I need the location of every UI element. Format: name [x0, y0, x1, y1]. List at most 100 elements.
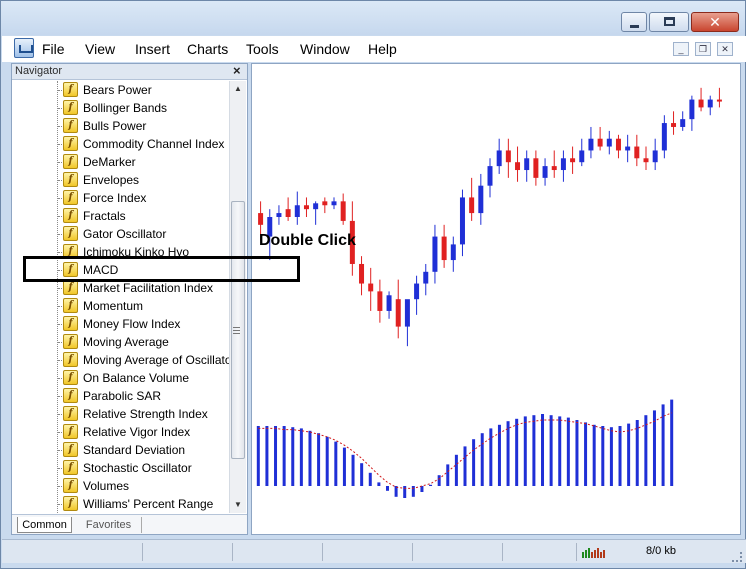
- price-chart[interactable]: [251, 63, 741, 535]
- resize-grip-icon[interactable]: [732, 552, 742, 562]
- scroll-down-arrow-icon[interactable]: ▼: [230, 497, 246, 513]
- tree-item-moving-average[interactable]: f Moving Average: [12, 333, 229, 351]
- mdi-close-button[interactable]: ✕: [717, 42, 733, 56]
- tree-item-label: Envelopes: [83, 173, 140, 187]
- indicator-f-icon: f: [63, 352, 78, 367]
- candle-body: [689, 99, 695, 120]
- menu-help[interactable]: Help: [368, 41, 397, 57]
- menu-charts[interactable]: Charts: [187, 41, 228, 57]
- indicator-f-icon: f: [63, 442, 78, 457]
- menu-file[interactable]: File: [42, 41, 65, 57]
- tree-item-label: Relative Vigor Index: [83, 425, 191, 439]
- candle-body: [671, 123, 677, 127]
- indicator-f-icon: f: [63, 478, 78, 493]
- status-separator: [576, 543, 577, 561]
- chart-canvas[interactable]: [252, 64, 740, 534]
- tree-item-bollinger-bands[interactable]: f Bollinger Bands: [12, 99, 229, 117]
- app-logo-icon[interactable]: [14, 38, 34, 58]
- histogram-bar: [566, 417, 570, 486]
- candle-body: [615, 138, 621, 151]
- candle-body: [551, 166, 557, 171]
- tree-item-williams-percent-range[interactable]: f Williams' Percent Range: [12, 495, 229, 513]
- tree-item-envelopes[interactable]: f Envelopes: [12, 171, 229, 189]
- histogram-bar: [541, 414, 545, 486]
- status-separator: [412, 543, 413, 561]
- candle-body: [487, 166, 493, 186]
- tree-item-volumes[interactable]: f Volumes: [12, 477, 229, 495]
- candle-body: [524, 158, 530, 171]
- terminal-window: ✕ File View Insert Charts Tools Window H…: [0, 0, 746, 569]
- scroll-up-arrow-icon[interactable]: ▲: [230, 81, 246, 97]
- indicator-f-icon: f: [63, 118, 78, 133]
- maximize-button[interactable]: [649, 12, 689, 32]
- navigator-close-icon[interactable]: ×: [233, 63, 241, 78]
- tree-item-label: Bollinger Bands: [83, 101, 168, 115]
- tree-item-relative-strength-index[interactable]: f Relative Strength Index: [12, 405, 229, 423]
- indicator-f-icon: f: [63, 298, 78, 313]
- tab-common[interactable]: Common: [17, 517, 72, 533]
- tree-item-parabolic-sar[interactable]: f Parabolic SAR: [12, 387, 229, 405]
- tree-item-bears-power[interactable]: f Bears Power: [12, 81, 229, 99]
- histogram-bar: [360, 463, 364, 486]
- tree-item-on-balance-volume[interactable]: f On Balance Volume: [12, 369, 229, 387]
- indicator-f-icon: f: [63, 226, 78, 241]
- candle-body: [643, 158, 649, 163]
- histogram-bar: [429, 484, 433, 486]
- status-bar: 8/0 kb: [2, 539, 746, 563]
- histogram-bar: [627, 423, 631, 486]
- candle-body: [661, 123, 667, 151]
- status-separator: [322, 543, 323, 561]
- navigator-scrollbar[interactable]: ▲ ▼: [229, 81, 246, 513]
- navigator-panel: Navigator × f Bears Power f Bollinger Bands…: [11, 63, 248, 535]
- tree-item-money-flow-index[interactable]: f Money Flow Index: [12, 315, 229, 333]
- candle-body: [496, 150, 502, 167]
- tree-item-label: Gator Oscillator: [83, 227, 167, 241]
- close-icon: ✕: [709, 14, 721, 30]
- tree-item-bulls-power[interactable]: f Bulls Power: [12, 117, 229, 135]
- indicator-f-icon: f: [63, 424, 78, 439]
- mdi-restore-button[interactable]: ❐: [695, 42, 711, 56]
- tree-item-label: Relative Strength Index: [83, 407, 208, 421]
- candle-body: [386, 295, 392, 311]
- tree-item-relative-vigor-index[interactable]: f Relative Vigor Index: [12, 423, 229, 441]
- candle-body: [707, 99, 713, 108]
- tree-item-demarker[interactable]: f DeMarker: [12, 153, 229, 171]
- histogram-bar: [446, 464, 450, 486]
- mdi-minimize-button[interactable]: _: [673, 42, 689, 56]
- menu-insert[interactable]: Insert: [135, 41, 170, 57]
- candle-body: [560, 158, 566, 171]
- minimize-button[interactable]: [621, 12, 647, 32]
- indicator-f-icon: f: [63, 82, 78, 97]
- scrollbar-grip: [233, 330, 240, 331]
- menu-window[interactable]: Window: [300, 41, 350, 57]
- maximize-icon: [664, 17, 675, 26]
- menu-view[interactable]: View: [85, 41, 115, 57]
- histogram-bar: [644, 415, 648, 486]
- connection-bar: [588, 548, 590, 558]
- candle-body: [322, 201, 328, 206]
- candle-body: [469, 197, 475, 214]
- menu-tools[interactable]: Tools: [246, 41, 279, 57]
- tree-item-label: Parabolic SAR: [83, 389, 162, 403]
- candle-body: [597, 138, 603, 147]
- tree-item-stochastic-oscillator[interactable]: f Stochastic Oscillator: [12, 459, 229, 477]
- tree-item-gator-oscillator[interactable]: f Gator Oscillator: [12, 225, 229, 243]
- tree-item-force-index[interactable]: f Force Index: [12, 189, 229, 207]
- tab-favorites[interactable]: Favorites: [76, 517, 142, 533]
- tree-item-commodity-channel-index[interactable]: f Commodity Channel Index: [12, 135, 229, 153]
- navigator-header: Navigator ×: [12, 63, 247, 80]
- tree-item-standard-deviation[interactable]: f Standard Deviation: [12, 441, 229, 459]
- tree-item-momentum[interactable]: f Momentum: [12, 297, 229, 315]
- tree-item-moving-average-of-oscillator[interactable]: f Moving Average of Oscillator: [12, 351, 229, 369]
- tree-item-label: Volumes: [83, 479, 130, 493]
- close-button[interactable]: ✕: [691, 12, 739, 32]
- candle-body: [423, 271, 429, 284]
- histogram-bar: [635, 420, 639, 486]
- candle-body: [515, 162, 521, 171]
- candle-body: [459, 197, 465, 245]
- indicator-f-icon: f: [63, 316, 78, 331]
- tree-item-fractals[interactable]: f Fractals: [12, 207, 229, 225]
- histogram-bar: [497, 424, 501, 486]
- candle-body: [276, 213, 282, 217]
- histogram-bar: [670, 399, 674, 486]
